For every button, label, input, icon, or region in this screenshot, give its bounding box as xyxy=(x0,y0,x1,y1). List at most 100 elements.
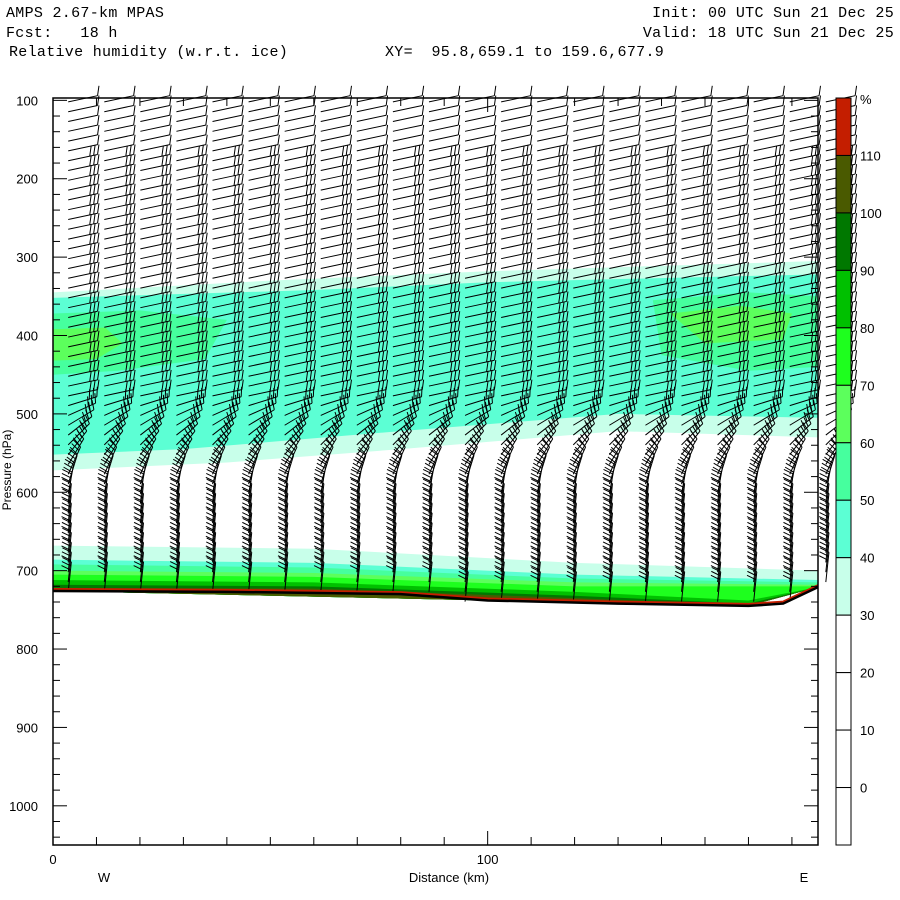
wind-barb xyxy=(284,115,316,132)
colorbar-swatch xyxy=(835,614,852,674)
wind-barb xyxy=(681,115,713,132)
wind-barb xyxy=(573,85,605,103)
wind-barb xyxy=(104,115,136,132)
wind-barb xyxy=(789,105,821,123)
x-tick-label: 0 xyxy=(49,852,56,867)
wind-barb xyxy=(501,85,533,103)
y-tick-label: 1000 xyxy=(9,799,38,814)
wind-barb xyxy=(501,115,533,132)
colorbar-swatch xyxy=(835,212,852,271)
wind-barb xyxy=(68,85,100,103)
colorbar-label: 50 xyxy=(860,493,874,508)
wind-barb xyxy=(753,115,785,132)
colorbar-swatch xyxy=(835,327,852,386)
x-tick-label: 100 xyxy=(477,852,499,867)
wind-barb xyxy=(789,439,803,475)
colorbar-swatch xyxy=(835,672,852,731)
wind-barb xyxy=(68,105,100,123)
wind-barb xyxy=(320,124,352,142)
wind-barb xyxy=(753,85,785,103)
colorbar-label: 80 xyxy=(860,321,874,336)
wind-barb xyxy=(320,115,352,132)
wind-barb xyxy=(717,115,749,132)
wind-barb xyxy=(176,115,208,132)
wind-barb xyxy=(645,124,677,142)
wind-barb xyxy=(356,105,389,123)
wind-barb xyxy=(248,85,280,103)
wind-barb xyxy=(681,124,713,142)
wind-barb xyxy=(500,439,514,475)
colorbar-swatch xyxy=(835,557,852,616)
wind-barb xyxy=(176,105,208,123)
wind-barb xyxy=(717,85,749,103)
colorbar-label: 90 xyxy=(860,263,874,278)
colorbar-swatch xyxy=(835,269,852,329)
wind-barb xyxy=(212,124,244,142)
colorbar-label: 60 xyxy=(860,436,874,451)
colorbar-label: 10 xyxy=(860,723,874,738)
wind-barb xyxy=(681,85,713,103)
wind-barb xyxy=(428,115,461,132)
wind-barb xyxy=(573,115,605,132)
wind-barb xyxy=(176,124,208,142)
wind-barb xyxy=(464,124,497,142)
wind-barb xyxy=(356,115,389,132)
colorbar-swatch xyxy=(835,154,852,214)
colorbar-swatch xyxy=(835,787,852,846)
wind-barb xyxy=(681,439,695,475)
wind-barb xyxy=(464,85,497,103)
wind-barb xyxy=(609,115,641,132)
wind-barb xyxy=(464,439,478,475)
wind-barb xyxy=(356,124,389,142)
east-label: E xyxy=(800,870,809,885)
colorbar-label: 30 xyxy=(860,608,874,623)
wind-barb xyxy=(392,85,425,103)
wind-barb xyxy=(464,105,497,123)
y-tick-label: 700 xyxy=(16,564,38,579)
wind-barb xyxy=(212,115,244,132)
wind-barb xyxy=(501,124,533,142)
wind-barb xyxy=(392,105,425,123)
wind-barb xyxy=(140,105,172,123)
colorbar-label: 20 xyxy=(860,666,874,681)
wind-barb xyxy=(753,439,767,475)
colorbar-label: 40 xyxy=(860,551,874,566)
wind-barb xyxy=(717,105,749,123)
wind-barb xyxy=(104,85,136,103)
wind-barb xyxy=(428,124,461,142)
wind-barb xyxy=(789,85,821,103)
y-tick-label: 100 xyxy=(16,93,38,108)
wind-barb xyxy=(789,124,821,142)
wind-barb xyxy=(573,124,605,142)
wind-barb xyxy=(320,105,352,123)
wind-barb xyxy=(284,85,316,103)
y-axis-label: Pressure (hPa) xyxy=(0,430,14,511)
wind-barb xyxy=(392,115,425,132)
y-tick-label: 900 xyxy=(16,720,38,735)
wind-barb xyxy=(573,105,605,123)
colorbar-swatch xyxy=(835,729,852,789)
colorbar-label: 0 xyxy=(860,781,867,796)
y-tick-label: 500 xyxy=(16,407,38,422)
wind-barb xyxy=(537,105,569,123)
y-tick-label: 600 xyxy=(16,485,38,500)
y-tick-label: 800 xyxy=(16,642,38,657)
wind-barb xyxy=(248,124,280,142)
colorbar-label: 100 xyxy=(860,206,882,221)
wind-barb xyxy=(753,124,785,142)
colorbar-swatch xyxy=(835,499,852,559)
wind-barb xyxy=(536,439,551,475)
wind-barb xyxy=(356,85,389,103)
wind-barb xyxy=(609,85,641,103)
wind-barb xyxy=(284,105,316,123)
wind-barb xyxy=(392,124,425,142)
wind-barb xyxy=(645,115,677,132)
wind-barb xyxy=(681,105,713,123)
colorbar-label: 70 xyxy=(860,378,874,393)
west-label: W xyxy=(98,870,111,885)
wind-barb xyxy=(68,124,100,142)
wind-barb xyxy=(572,439,587,475)
y-tick-label: 200 xyxy=(16,172,38,187)
wind-barb xyxy=(248,115,280,132)
cross-section-chart: 10020030040050060070080090010000 100 %110… xyxy=(0,85,882,885)
